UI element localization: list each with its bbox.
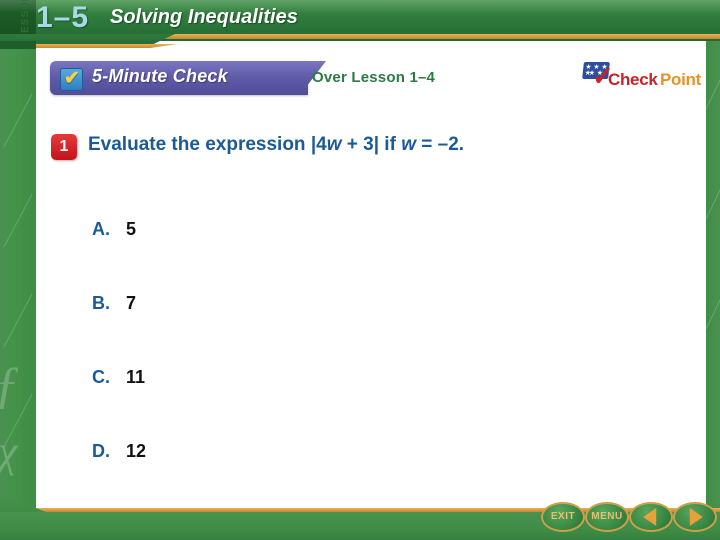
slide-root: ƒ χ LESSON 1–5 Solving Inequalities ✔ 5-…	[0, 0, 720, 540]
answer-choice-b-value: 7	[126, 293, 137, 313]
page-title: Solving Inequalities	[110, 6, 298, 28]
answer-choice-b-letter: B.	[92, 293, 110, 313]
watermark-line	[3, 93, 33, 148]
watermark-script: χ	[0, 430, 17, 474]
checkpoint-point-word: Point	[660, 70, 701, 89]
question-number-badge: 1	[51, 134, 77, 160]
next-slide-button[interactable]	[673, 502, 717, 532]
header-notch-tail	[0, 41, 36, 49]
menu-button-label: MENU	[591, 511, 623, 522]
checkbox-check-icon: ✔	[60, 68, 83, 91]
question-suffix: = –2.	[415, 134, 465, 155]
question-number-label: 1	[59, 138, 69, 155]
answer-choice-c[interactable]: C. 11	[92, 367, 145, 393]
question-prefix: Evaluate the expression |4	[88, 134, 327, 155]
exit-button[interactable]: EXIT	[541, 502, 585, 532]
checkpoint-logo: ★ ★ ★ ★ ★ ★ ✓ Check Point	[582, 62, 701, 94]
star-glyph: ★	[584, 70, 592, 77]
watermark-line	[3, 293, 33, 348]
answer-choice-a[interactable]: A. 5	[92, 219, 136, 245]
answer-choice-c-letter: C.	[92, 367, 110, 387]
watermark-script: ƒ	[0, 360, 20, 412]
header-sheen	[0, 0, 720, 13]
answer-choice-b[interactable]: B. 7	[92, 293, 136, 319]
question-variable-1: w	[326, 134, 342, 155]
question-middle: + 3| if	[341, 134, 402, 155]
answer-choice-a-letter: A.	[92, 219, 110, 239]
watermark-line	[3, 193, 33, 248]
arrow-left-icon	[643, 508, 657, 526]
answer-choice-c-value: 11	[126, 367, 146, 387]
checkbox-tick-glyph: ✔	[64, 68, 80, 89]
answer-choice-a-value: 5	[126, 219, 137, 239]
menu-button[interactable]: MENU	[585, 502, 629, 532]
left-green-band: ƒ χ	[0, 0, 36, 540]
answer-choice-d[interactable]: D. 12	[92, 441, 146, 467]
five-minute-check-label: 5-Minute Check	[92, 66, 228, 86]
arrow-right-icon	[689, 508, 703, 526]
over-lesson-label: Over Lesson 1–4	[312, 69, 436, 86]
question-variable-2: w	[401, 134, 416, 155]
answer-choice-d-value: 12	[126, 441, 147, 461]
question-text: Evaluate the expression |4w + 3| if w = …	[88, 134, 464, 156]
exit-button-label: EXIT	[550, 511, 576, 522]
lesson-number: 1–5	[36, 1, 90, 34]
previous-slide-button[interactable]	[629, 502, 673, 532]
checkpoint-check-word: Check	[608, 70, 658, 89]
right-green-band	[699, 0, 720, 540]
answer-choice-d-letter: D.	[92, 441, 110, 461]
